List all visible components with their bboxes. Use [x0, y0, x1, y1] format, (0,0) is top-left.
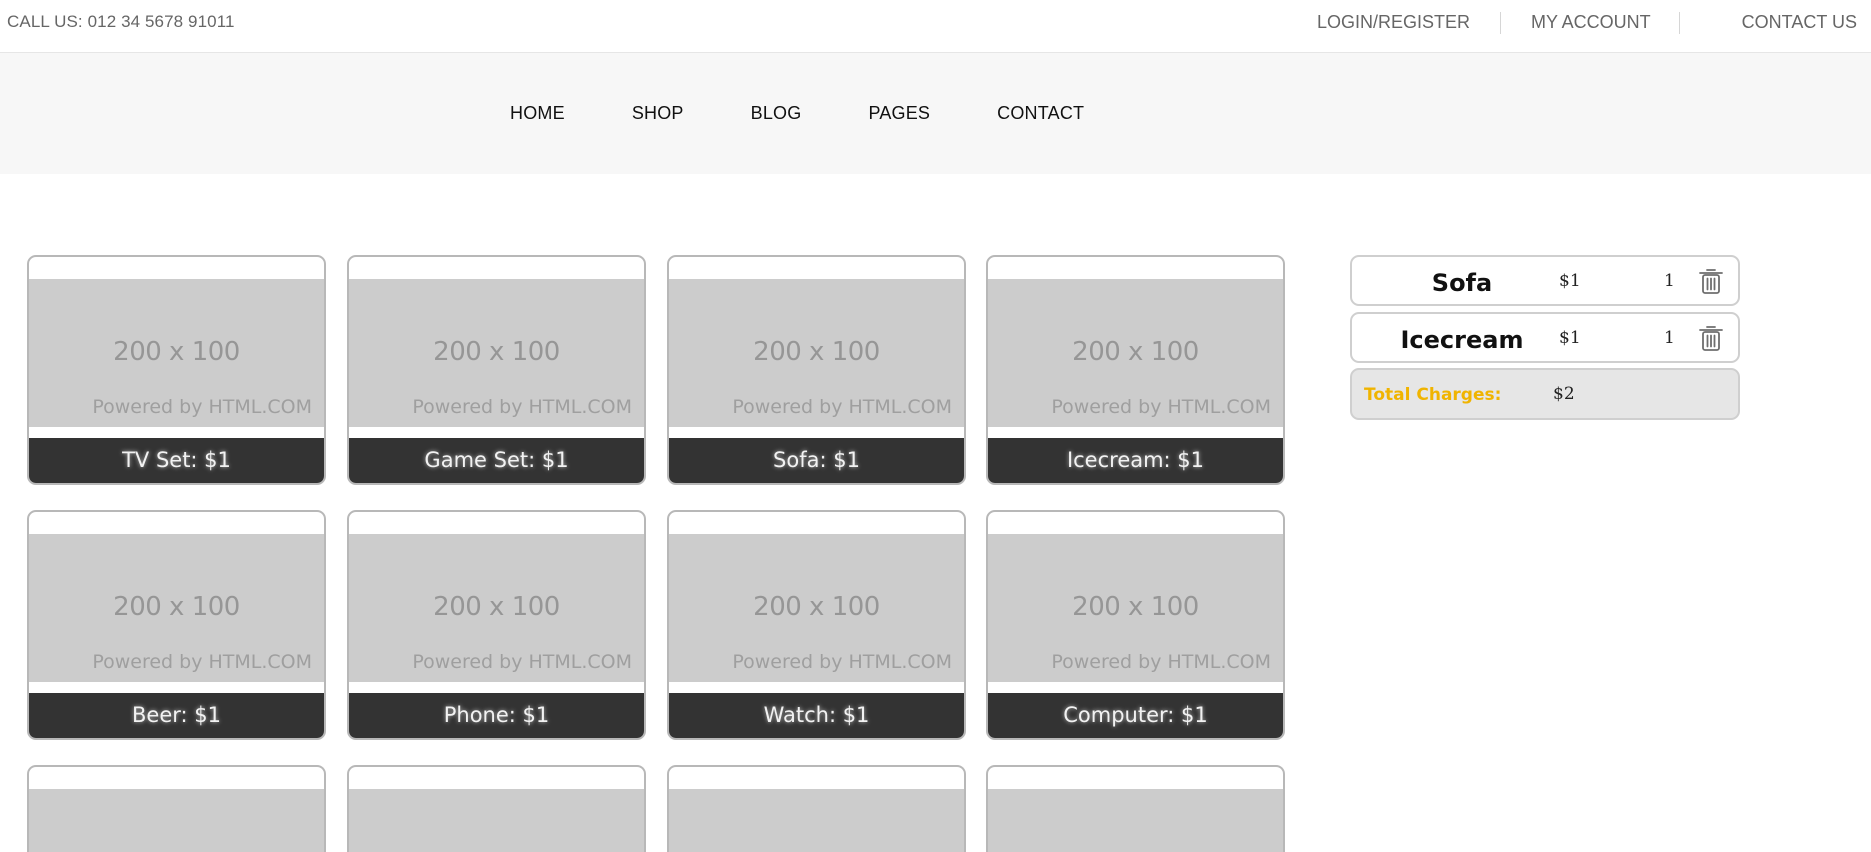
product-card-computer[interactable]: 200 x 100 Powered by HTML.COM Computer: … [986, 510, 1285, 740]
main-nav: HOME SHOP BLOG PAGES CONTACT [0, 53, 1871, 174]
placeholder-powered-by: Powered by HTML.COM [732, 396, 952, 418]
product-label: Beer: $1 [29, 693, 324, 738]
placeholder-dimensions: 200 x 100 [113, 337, 240, 367]
product-label: Sofa: $1 [669, 438, 964, 483]
product-label: Game Set: $1 [349, 438, 644, 483]
login-register-link[interactable]: LOGIN/REGISTER [1317, 12, 1470, 33]
nav-contact[interactable]: CONTACT [997, 103, 1084, 124]
product-card-beer[interactable]: 200 x 100 Powered by HTML.COM Beer: $1 [27, 510, 326, 740]
product-image-placeholder: 200 x 100 Powered by HTML.COM [988, 279, 1283, 427]
placeholder-dimensions: 200 x 100 [753, 592, 880, 622]
cart-item-sofa: Sofa $1 1 [1350, 255, 1740, 306]
placeholder-powered-by: Powered by HTML.COM [732, 651, 952, 673]
cart-item-price: $1 [1559, 328, 1581, 348]
cart-item-icecream: Icecream $1 1 [1350, 312, 1740, 363]
placeholder-dimensions: 200 x 100 [433, 592, 560, 622]
product-image-placeholder [349, 789, 644, 852]
contact-us-link[interactable]: CONTACT US [1742, 12, 1857, 33]
placeholder-dimensions: 200 x 100 [113, 592, 240, 622]
product-label: Computer: $1 [988, 693, 1283, 738]
nav-home[interactable]: HOME [510, 103, 565, 124]
product-card-tv-set[interactable]: 200 x 100 Powered by HTML.COM TV Set: $1 [27, 255, 326, 485]
nav-pages[interactable]: PAGES [868, 103, 930, 124]
product-image-placeholder [988, 789, 1283, 852]
placeholder-powered-by: Powered by HTML.COM [412, 651, 632, 673]
placeholder-powered-by: Powered by HTML.COM [92, 651, 312, 673]
product-image-placeholder: 200 x 100 Powered by HTML.COM [988, 534, 1283, 682]
product-card[interactable] [986, 765, 1285, 852]
placeholder-dimensions: 200 x 100 [1072, 592, 1199, 622]
cart-total: Total Charges: $2 [1350, 368, 1740, 420]
placeholder-dimensions: 200 x 100 [1072, 337, 1199, 367]
product-label: Icecream: $1 [988, 438, 1283, 483]
nav-blog[interactable]: BLOG [751, 103, 802, 124]
cart-item-qty: 1 [1664, 271, 1675, 291]
top-bar: CALL US: 012 34 5678 91011 LOGIN/REGISTE… [0, 0, 1871, 53]
product-label: Phone: $1 [349, 693, 644, 738]
cart-item-qty: 1 [1664, 328, 1675, 348]
nav-shop[interactable]: SHOP [632, 103, 684, 124]
product-card[interactable] [347, 765, 646, 852]
total-charges-label: Total Charges: [1364, 385, 1502, 405]
divider [1499, 11, 1501, 34]
trash-icon[interactable] [1697, 323, 1725, 353]
placeholder-powered-by: Powered by HTML.COM [412, 396, 632, 418]
product-image-placeholder: 200 x 100 Powered by HTML.COM [29, 534, 324, 682]
placeholder-dimensions: 200 x 100 [433, 337, 560, 367]
placeholder-powered-by: Powered by HTML.COM [1051, 651, 1271, 673]
product-card-icecream[interactable]: 200 x 100 Powered by HTML.COM Icecream: … [986, 255, 1285, 485]
product-image-placeholder [29, 789, 324, 852]
product-card[interactable] [27, 765, 326, 852]
cart-item-name: Sofa [1431, 269, 1493, 297]
trash-icon[interactable] [1697, 266, 1725, 296]
product-card-watch[interactable]: 200 x 100 Powered by HTML.COM Watch: $1 [667, 510, 966, 740]
my-account-link[interactable]: MY ACCOUNT [1531, 12, 1651, 33]
top-links: LOGIN/REGISTER MY ACCOUNT CONTACT US [1317, 0, 1857, 45]
total-charges-value: $2 [1553, 384, 1575, 404]
cart-item-name: Icecream [1400, 326, 1524, 354]
divider [1678, 11, 1680, 34]
placeholder-powered-by: Powered by HTML.COM [92, 396, 312, 418]
product-image-placeholder: 200 x 100 Powered by HTML.COM [349, 279, 644, 427]
product-label: TV Set: $1 [29, 438, 324, 483]
product-image-placeholder: 200 x 100 Powered by HTML.COM [669, 534, 964, 682]
product-card-sofa[interactable]: 200 x 100 Powered by HTML.COM Sofa: $1 [667, 255, 966, 485]
product-image-placeholder: 200 x 100 Powered by HTML.COM [29, 279, 324, 427]
product-image-placeholder [669, 789, 964, 852]
product-card-game-set[interactable]: 200 x 100 Powered by HTML.COM Game Set: … [347, 255, 646, 485]
call-us-text: CALL US: 012 34 5678 91011 [7, 12, 235, 31]
product-image-placeholder: 200 x 100 Powered by HTML.COM [349, 534, 644, 682]
cart-item-price: $1 [1559, 271, 1581, 291]
product-card[interactable] [667, 765, 966, 852]
placeholder-powered-by: Powered by HTML.COM [1051, 396, 1271, 418]
placeholder-dimensions: 200 x 100 [753, 337, 880, 367]
product-image-placeholder: 200 x 100 Powered by HTML.COM [669, 279, 964, 427]
product-label: Watch: $1 [669, 693, 964, 738]
product-card-phone[interactable]: 200 x 100 Powered by HTML.COM Phone: $1 [347, 510, 646, 740]
